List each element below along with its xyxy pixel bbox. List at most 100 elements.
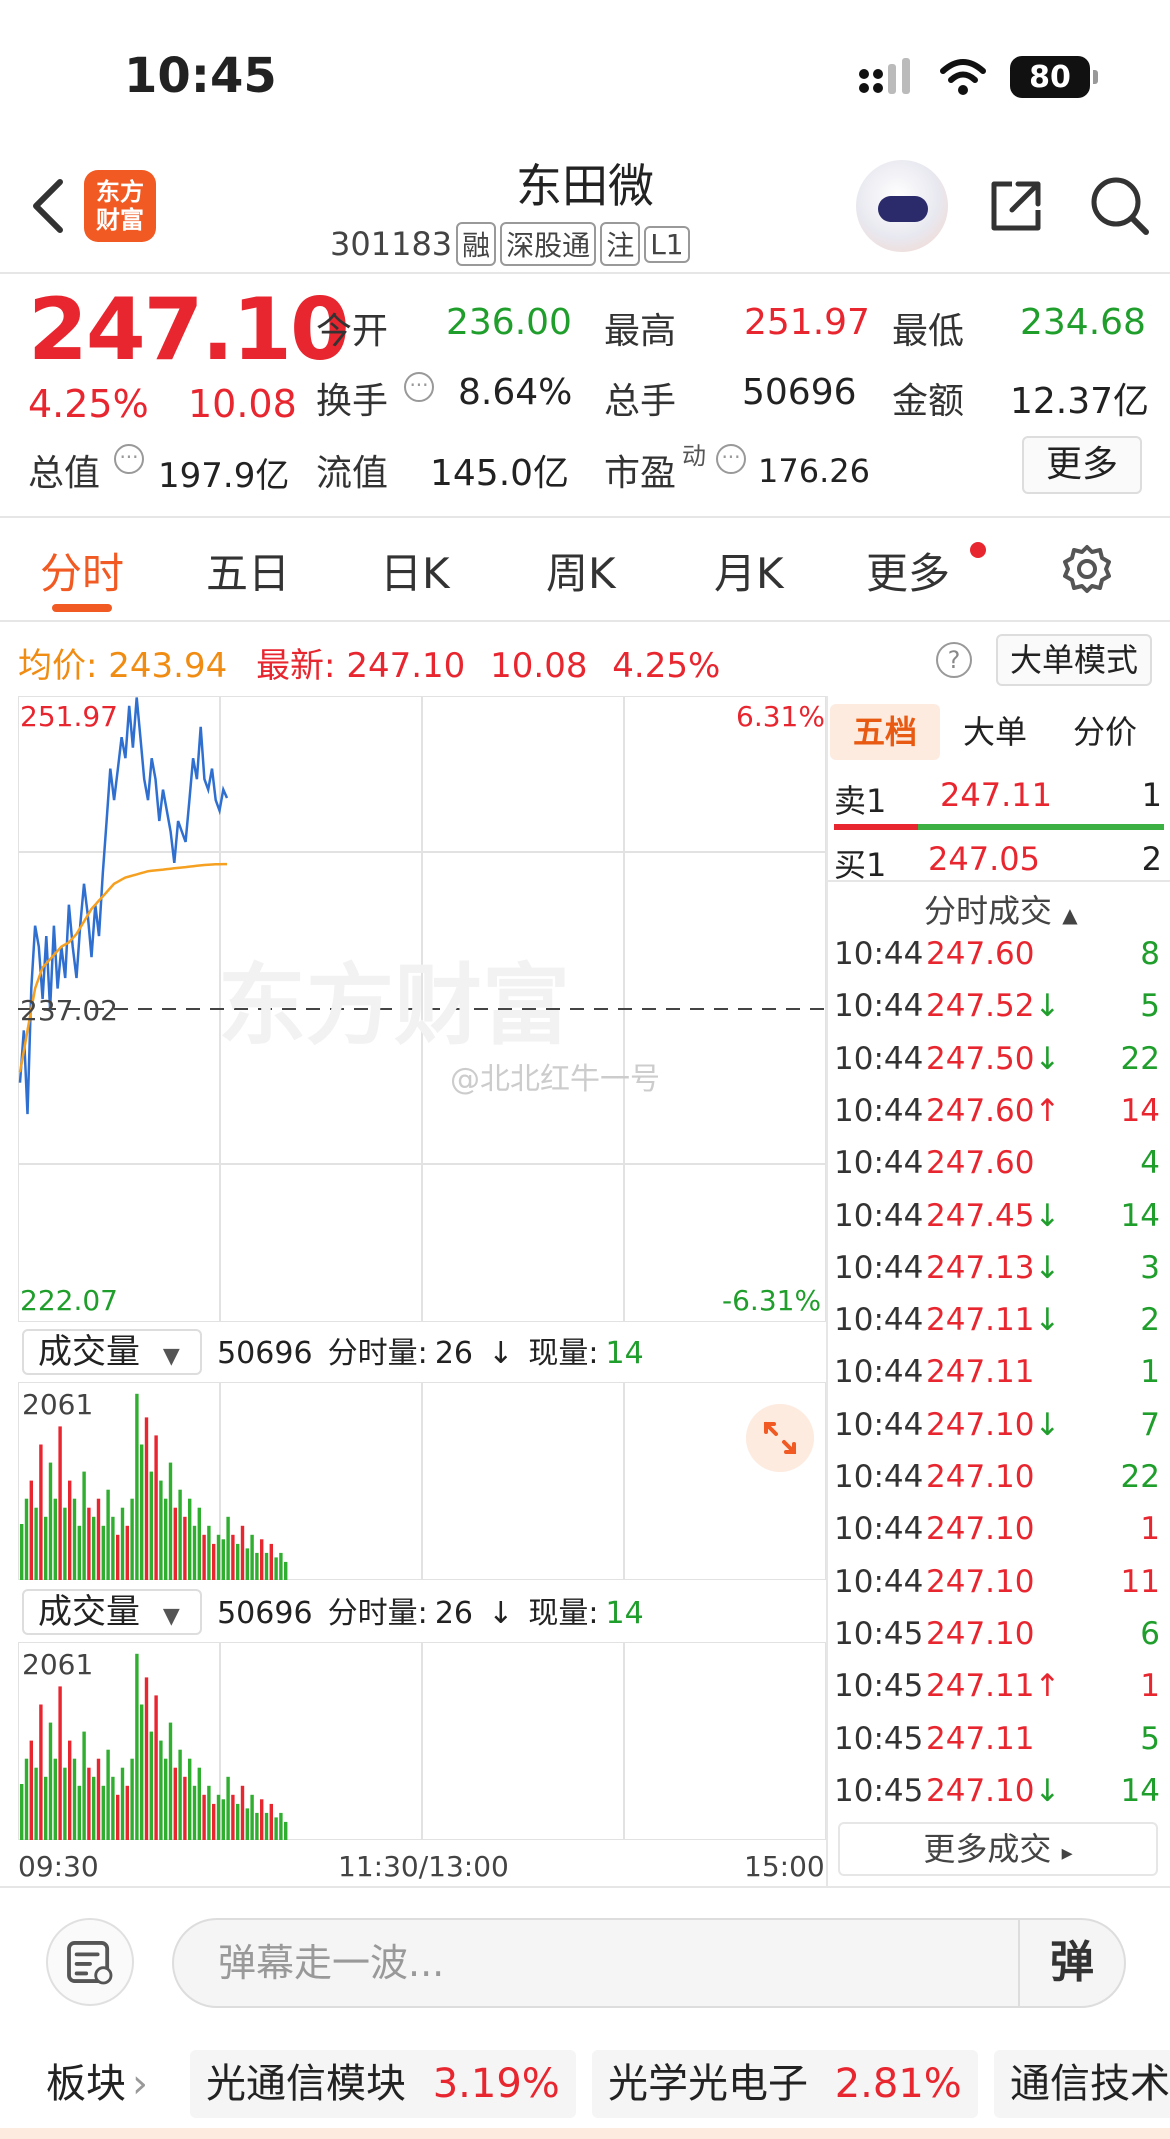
tick-time: 10:44	[834, 988, 924, 1025]
volume-bar	[24, 1758, 29, 1840]
volume-bar	[216, 1534, 221, 1580]
sector-chip-optoelectronics[interactable]: 光学光电子 2.81%	[592, 2050, 978, 2118]
chart-top-right-label: 6.31%	[736, 700, 825, 733]
active-tab-indicator	[52, 604, 112, 612]
tag-margin: 融	[456, 222, 497, 266]
expand-icon[interactable]	[746, 1404, 814, 1472]
more-quote-button[interactable]: 更多	[1022, 436, 1142, 494]
tick-volume: 22	[1120, 1040, 1160, 1077]
buy1-price: 247.05	[928, 840, 1040, 878]
tab-five-day[interactable]: 五日	[206, 540, 290, 601]
barrage-toggle-button[interactable]: 弹	[1018, 1920, 1124, 2006]
high-label: 最高	[604, 311, 677, 352]
avg-price-value: 243.94	[108, 646, 228, 686]
tag-registered: 注	[600, 222, 641, 266]
tick-row: 10:44 247.10↓ 7	[834, 1407, 1160, 1457]
tick-volume: 5	[1140, 1720, 1160, 1757]
volume-bar	[125, 1525, 129, 1580]
tick-volume: 7	[1140, 1406, 1160, 1443]
header-divider	[0, 272, 1170, 274]
share-icon[interactable]	[986, 176, 1046, 236]
low-value: 234.68	[1020, 302, 1146, 343]
sell-ratio-bar	[834, 824, 918, 830]
volume-bar	[96, 1758, 101, 1840]
volume-bar	[53, 1498, 57, 1580]
search-icon[interactable]	[1088, 174, 1152, 238]
volume-bar	[168, 1722, 173, 1840]
volume-bar	[77, 1785, 81, 1840]
more-trades-button[interactable]: 更多成交 ▸	[838, 1822, 1158, 1876]
volume-bar	[245, 1808, 249, 1840]
minute-volume-label: 分时量:	[327, 1336, 428, 1371]
tick-volume: 1	[1140, 1511, 1160, 1548]
barrage-settings-icon[interactable]	[46, 1918, 134, 2006]
volume-selector[interactable]: 成交量 ▼	[22, 1589, 202, 1635]
sector-chip-optical-comm[interactable]: 光通信模块 3.19%	[190, 2050, 576, 2118]
tick-row: 10:44 247.60 4	[834, 1145, 1160, 1195]
volume-bar	[72, 1758, 77, 1840]
volume-max-label: 2061	[22, 1648, 94, 1681]
volume-bar	[39, 1444, 43, 1580]
sector-chip-telecom-tech[interactable]: 通信技术	[994, 2050, 1170, 2118]
amount-label: 金额	[892, 381, 965, 422]
volume-bar	[44, 1516, 48, 1580]
tick-price: 247.50↓	[926, 1040, 1061, 1077]
volume-bar	[159, 1740, 163, 1840]
tick-volume: 1	[1140, 1354, 1160, 1391]
volume-selector[interactable]: 成交量 ▼	[22, 1329, 202, 1375]
panel-divider	[828, 880, 1170, 882]
ticks-title[interactable]: 分时成交 ▲	[924, 886, 1078, 932]
price-line	[18, 697, 229, 1115]
volume-bar	[279, 1812, 283, 1840]
tick-row: 10:44 247.50↓ 22	[834, 1041, 1160, 1091]
volume-bar	[284, 1821, 288, 1840]
sector-label[interactable]: 板块 ›	[46, 2050, 148, 2118]
volume-bar	[63, 1507, 67, 1580]
info-icon[interactable]: ···	[114, 444, 144, 474]
volume-bar	[82, 1731, 86, 1840]
notification-dot	[970, 542, 986, 558]
tab-monthly-k[interactable]: 月K	[714, 540, 784, 601]
tick-direction-icon: ↓	[1034, 988, 1061, 1025]
tab-price-distribution[interactable]: 分价	[1050, 704, 1160, 760]
tab-more[interactable]: 更多	[866, 540, 950, 601]
volume-bar	[101, 1525, 105, 1580]
big-order-mode-button[interactable]: 大单模式	[996, 634, 1152, 686]
volume-max-label: 2061	[22, 1388, 94, 1421]
intraday-price-chart[interactable]: 东方财富	[18, 696, 826, 1322]
volume-bar	[135, 1653, 139, 1840]
tab-intraday[interactable]: 分时	[40, 540, 124, 601]
volume-bar	[255, 1552, 259, 1580]
tick-volume: 22	[1120, 1459, 1160, 1495]
barrage-input[interactable]: 弹幕走一波...	[172, 1918, 1126, 2008]
turnover-label: 换手	[316, 381, 389, 422]
low-label: 最低	[892, 311, 965, 352]
stock-code-row: 301183 融 深股通 注 L1	[330, 222, 690, 266]
sell1-volume: 1	[1141, 776, 1162, 814]
chart-bottom-left-label: 222.07	[20, 1284, 118, 1317]
quote-divider	[0, 516, 1170, 518]
float-label: 流值	[316, 453, 389, 494]
tick-time: 10:45	[834, 1772, 924, 1809]
tab-weekly-k[interactable]: 周K	[546, 540, 616, 601]
info-icon[interactable]: ···	[404, 372, 434, 402]
chart-top-left-label: 251.97	[20, 700, 118, 733]
down-arrow-icon: ↓	[488, 1596, 514, 1631]
tick-time: 10:44	[834, 1563, 924, 1600]
volume-bar	[264, 1552, 269, 1580]
volume-bar	[250, 1794, 254, 1840]
volume-chart	[18, 1382, 826, 1580]
tab-order-book[interactable]: 五档	[830, 704, 940, 760]
help-icon[interactable]: ?	[936, 642, 972, 678]
settings-gear-icon[interactable]	[1062, 544, 1112, 594]
volume-bar	[164, 1758, 168, 1840]
volume-bar	[149, 1471, 153, 1580]
tick-time: 10:44	[834, 1302, 924, 1339]
info-icon[interactable]: ···	[716, 444, 746, 474]
volume-bar	[63, 1767, 67, 1840]
tab-daily-k[interactable]: 日K	[380, 540, 450, 601]
tab-big-orders[interactable]: 大单	[940, 704, 1050, 760]
volume-bar	[178, 1489, 182, 1580]
volume-bar	[274, 1557, 278, 1580]
volume-bar	[111, 1776, 115, 1840]
